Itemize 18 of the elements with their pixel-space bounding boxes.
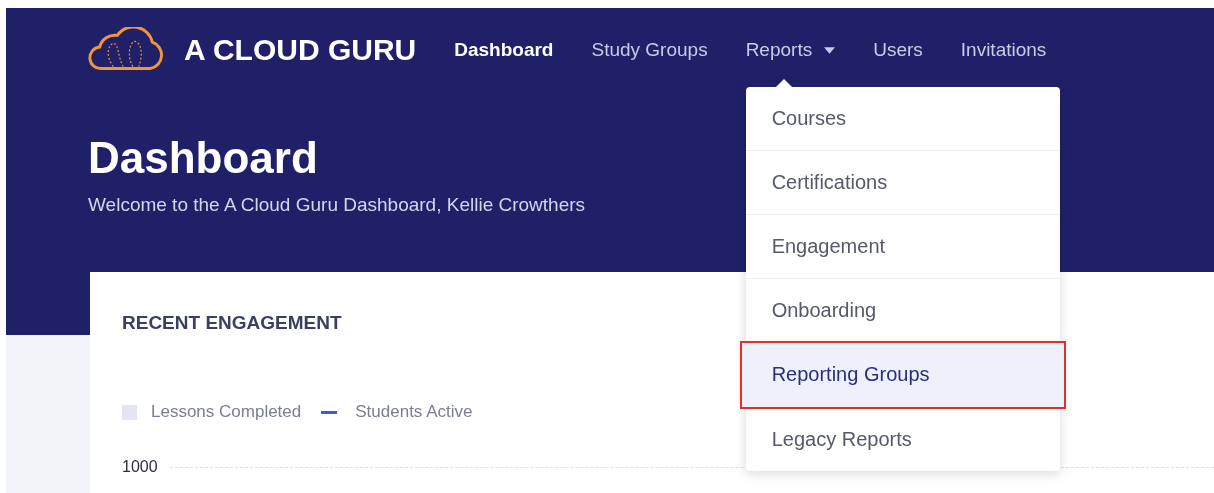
nav-link[interactable]: Study Groups (591, 39, 708, 61)
menu-item[interactable]: Reporting Groups (741, 343, 1064, 407)
nav-link[interactable]: Invitations (960, 39, 1047, 61)
page-title: Dashboard (88, 136, 319, 180)
nav-link[interactable]: Users (873, 39, 923, 61)
menu-item[interactable]: Certifications (745, 151, 1060, 215)
legend-label: Students Active (355, 402, 473, 422)
welcome-text: Welcome to the A Cloud Guru Dashboard, Kellie Crowthers (88, 194, 587, 216)
brand-name: A CLOUD GURU (184, 33, 417, 67)
axis-tick-label: 1000 (122, 458, 158, 476)
cloud-logo-icon (88, 27, 166, 73)
menu-item[interactable]: Legacy Reports (745, 407, 1060, 471)
card-title: RECENT ENGAGEMENT (122, 312, 343, 334)
legend-label: Lessons Completed (151, 402, 302, 422)
menu-item[interactable]: Courses (745, 87, 1060, 151)
menu-item[interactable]: Engagement (745, 215, 1060, 279)
nav-link[interactable]: Reports (745, 39, 836, 61)
nav-link[interactable]: Dashboard (454, 39, 554, 61)
